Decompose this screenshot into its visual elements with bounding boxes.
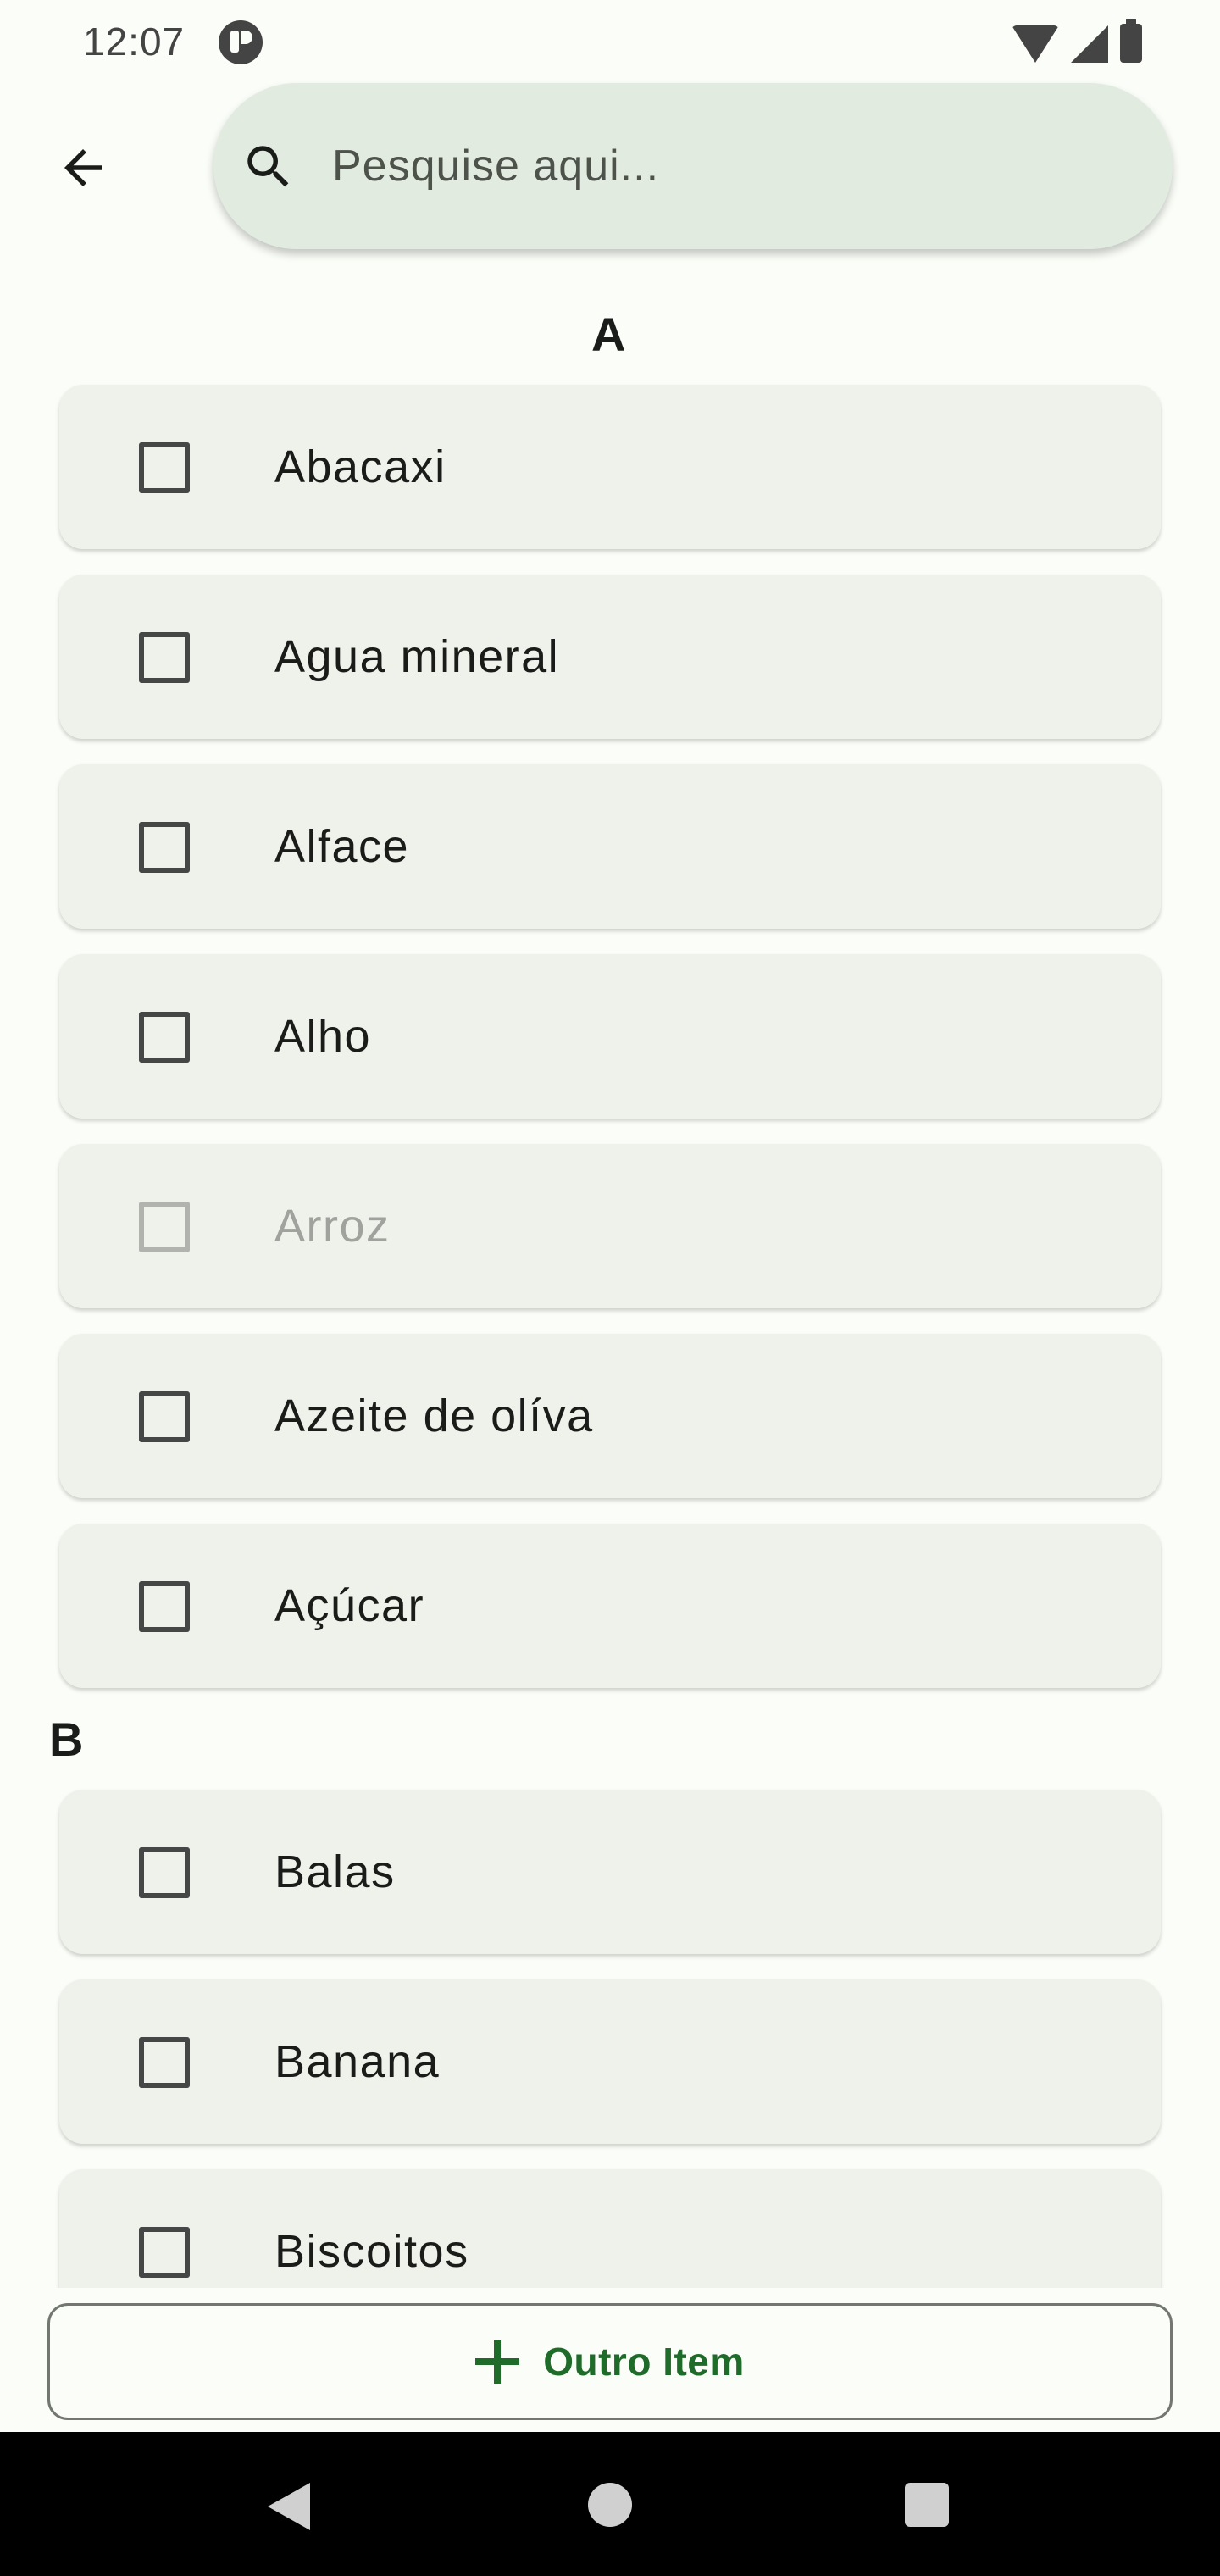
nav-back-icon[interactable] (268, 2483, 310, 2530)
list-item-disabled: Arroz (59, 1144, 1161, 1308)
item-checkbox[interactable] (139, 1391, 190, 1442)
list-item[interactable]: Banana (59, 1979, 1161, 2144)
list-item[interactable]: Azeite de olíva (59, 1334, 1161, 1498)
item-label: Alface (274, 821, 410, 872)
search-input[interactable] (332, 132, 1095, 200)
item-checkbox[interactable] (139, 1012, 190, 1063)
item-label: Abacaxi (274, 441, 446, 492)
item-checkbox[interactable] (139, 1581, 190, 1632)
wifi-icon (1012, 25, 1059, 63)
add-button-label: Outro Item (543, 2340, 745, 2384)
item-label: Banana (274, 2036, 441, 2087)
item-checkbox[interactable] (139, 632, 190, 683)
battery-icon (1120, 19, 1142, 63)
list-item[interactable]: Açúcar (59, 1524, 1161, 1688)
nav-recents-icon[interactable] (905, 2483, 949, 2527)
item-label: Açúcar (274, 1580, 425, 1631)
item-list[interactable]: A Abacaxi Agua mineral Alface Alho Arroz… (0, 254, 1220, 2288)
item-label: Balas (274, 1846, 396, 1897)
app-notification-icon (219, 20, 263, 64)
item-checkbox[interactable] (139, 2037, 190, 2088)
system-nav-bar (0, 2432, 1220, 2576)
search-icon (247, 146, 289, 187)
signal-icon (1071, 25, 1108, 63)
list-item[interactable]: Alho (59, 954, 1161, 1119)
section-header-b: B (49, 1713, 84, 1766)
arrow-left-icon (64, 149, 102, 186)
nav-home-icon[interactable] (588, 2483, 632, 2527)
back-button[interactable] (49, 134, 117, 202)
list-item[interactable]: Abacaxi (59, 385, 1161, 549)
item-label: Alho (274, 1011, 372, 1062)
plus-icon (475, 2340, 520, 2384)
item-checkbox[interactable] (139, 442, 190, 493)
list-item[interactable]: Balas (59, 1790, 1161, 1954)
list-item[interactable]: Alface (59, 764, 1161, 929)
item-label: Agua mineral (274, 631, 560, 682)
item-label: Azeite de olíva (274, 1391, 594, 1441)
item-checkbox[interactable] (139, 2227, 190, 2278)
add-other-item-button[interactable]: Outro Item (47, 2303, 1173, 2420)
item-checkbox[interactable] (139, 1847, 190, 1898)
search-bar[interactable] (214, 83, 1173, 249)
list-item[interactable]: Agua mineral (59, 575, 1161, 739)
item-checkbox (139, 1202, 190, 1252)
list-item[interactable]: Biscoitos (59, 2169, 1161, 2288)
status-bar: 12:07 (0, 0, 1220, 85)
item-label: Biscoitos (274, 2226, 469, 2277)
status-icons (1012, 19, 1142, 63)
item-label: Arroz (274, 1201, 391, 1252)
section-header-a: A (591, 308, 626, 361)
item-checkbox[interactable] (139, 822, 190, 873)
status-time: 12:07 (83, 19, 186, 64)
